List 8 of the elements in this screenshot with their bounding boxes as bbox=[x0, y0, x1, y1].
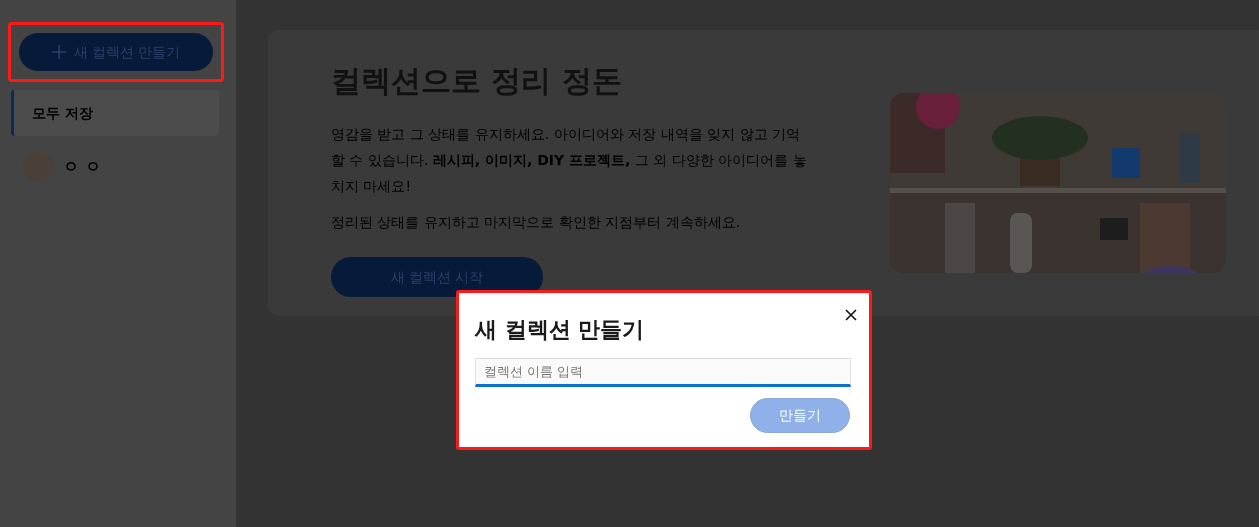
collection-name-field[interactable]: 컬렉션 이름 입력 bbox=[475, 358, 851, 387]
close-button[interactable] bbox=[843, 307, 859, 323]
close-icon bbox=[845, 309, 857, 321]
intro-text: 정리된 상태를 유지하고 마지막으로 확인한 지점부터 계속하세요. bbox=[331, 213, 742, 232]
plus-icon bbox=[51, 45, 66, 59]
dialog-title: 새 컬렉션 만들기 bbox=[475, 316, 645, 344]
sidebar-item[interactable]: ㅇ ㅇ bbox=[11, 144, 219, 190]
sidebar-item[interactable]: 모두 저장 bbox=[11, 90, 219, 136]
